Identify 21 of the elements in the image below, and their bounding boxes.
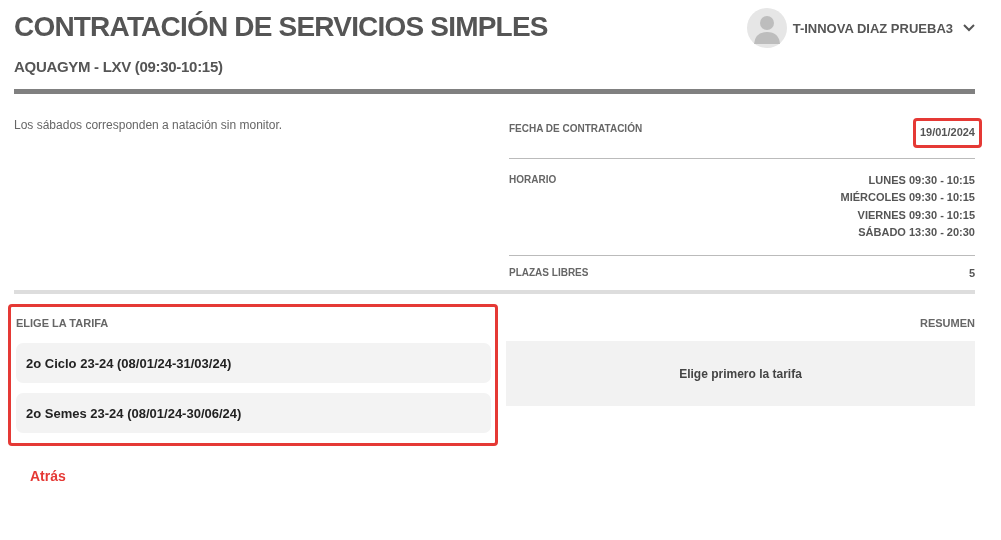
section-title: ELIGE LA TARIFA: [16, 317, 110, 329]
detail-label: HORARIO: [509, 172, 557, 185]
detail-value: 19/01/2024: [919, 125, 975, 140]
section-title: RESUMEN: [919, 317, 975, 329]
back-link[interactable]: Atrás: [30, 468, 66, 484]
detail-value: VIERNES 09:30 - 10:15: [857, 207, 975, 223]
tariff-option[interactable]: 2o Ciclo 23-24 (08/01/24-31/03/24): [16, 343, 491, 383]
detail-value: SÁBADO 13:30 - 20:30: [858, 225, 975, 240]
detail-value: LUNES 09:30 - 10:15: [868, 172, 975, 188]
avatar-icon: [746, 8, 787, 48]
detail-value: MIÉRCOLES 09:30 - 10:15: [840, 190, 975, 205]
service-note: Los sábados corresponden a natación sin monitor.: [14, 117, 284, 134]
detail-label: FECHA DE CONTRATACIÓN: [509, 121, 643, 134]
page-title: CONTRATACIÓN DE SERVICIOS SIMPLES: [14, 10, 548, 44]
chevron-down-icon: [963, 24, 975, 32]
summary-panel: Elige primero la tarifa: [506, 341, 975, 406]
user-menu[interactable]: T-INNOVA DIAZ PRUEBA3: [746, 8, 975, 48]
detail-label: PLAZAS LIBRES: [509, 265, 589, 278]
service-subtitle: AQUAGYM - LXV (09:30-10:15): [14, 58, 224, 75]
detail-value: 5: [968, 265, 975, 281]
tariff-option[interactable]: 2o Semes 23-24 (08/01/24-30/06/24): [16, 393, 491, 433]
